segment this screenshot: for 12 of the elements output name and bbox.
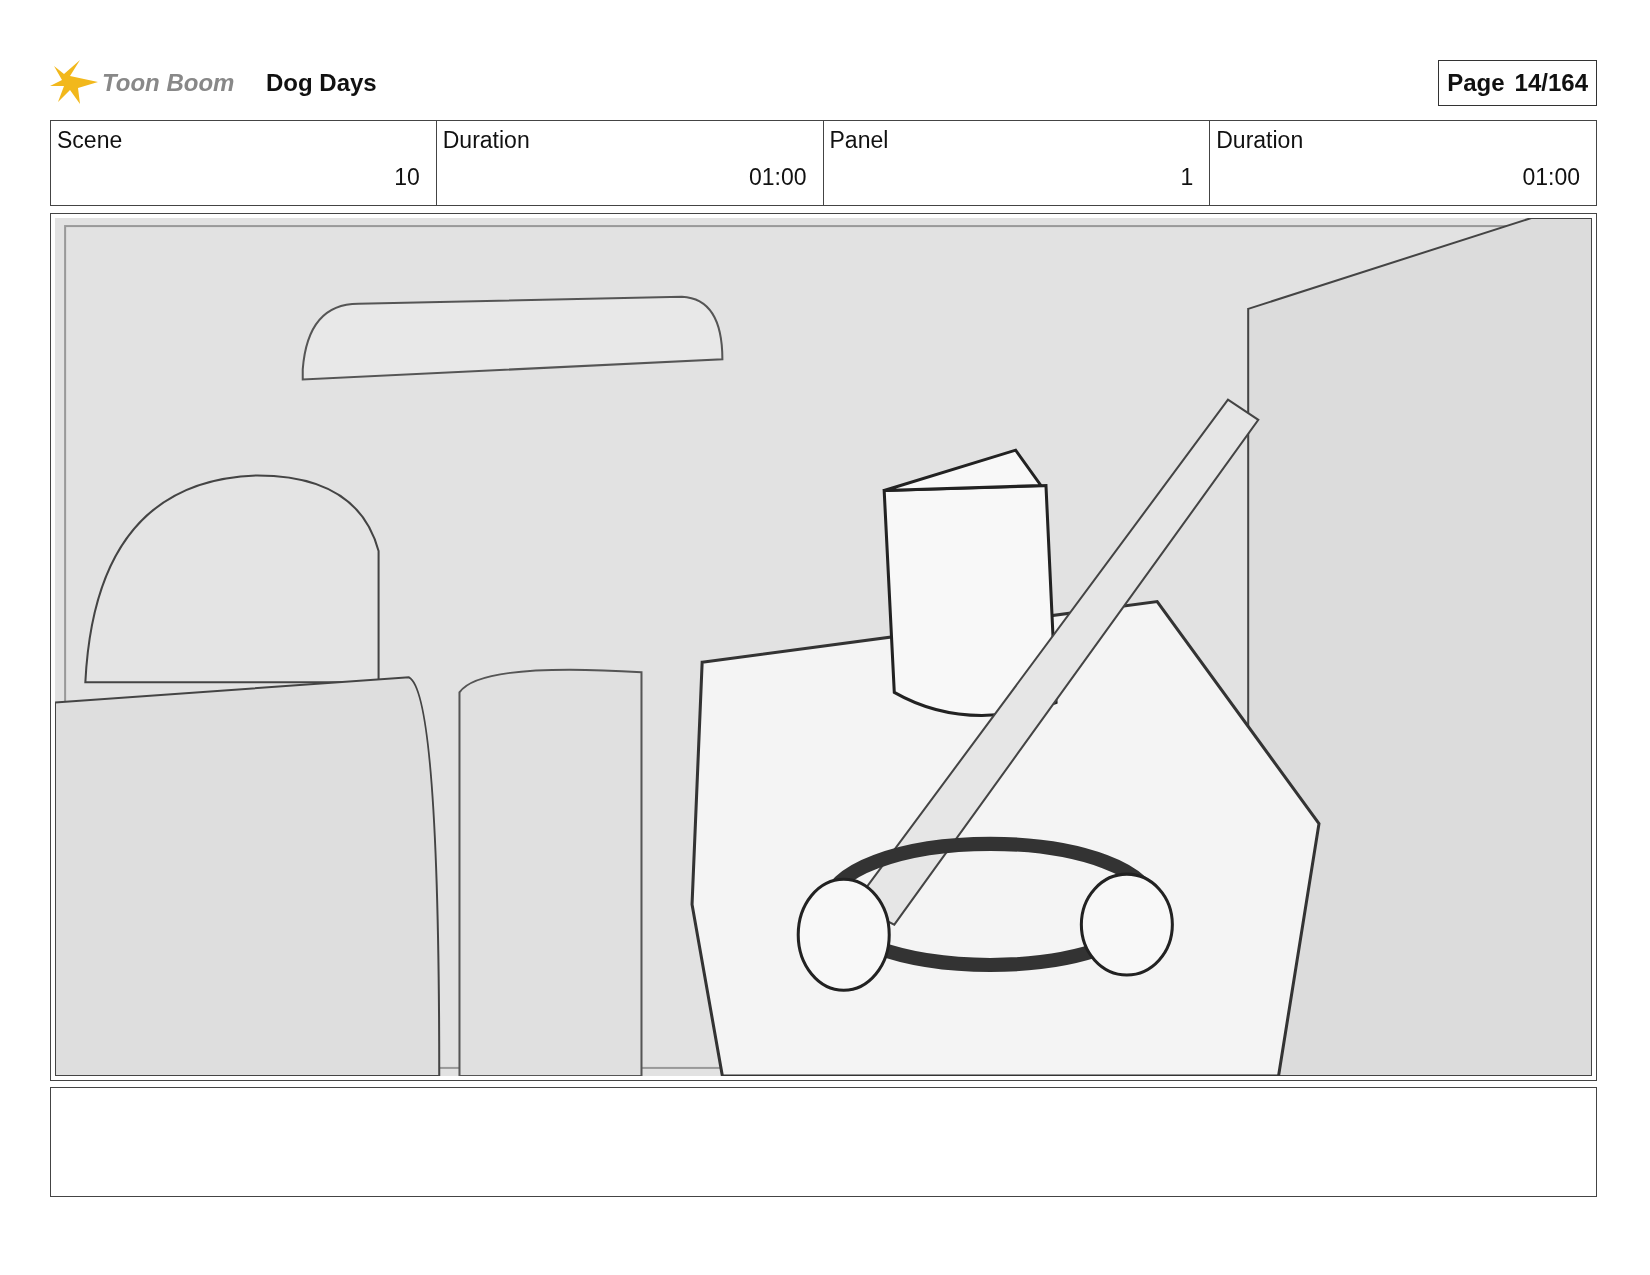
field-value: 01:00 [748,166,807,189]
project-title: Dog Days [266,69,377,97]
field-label: Scene [57,129,124,152]
field-value: 10 [394,166,420,189]
page-number: 14/164 [1514,69,1588,97]
field-value: 01:00 [1522,166,1580,189]
field-label: Panel [829,129,890,152]
field-label: Duration [1216,129,1305,152]
logo-text: Toon Boom [102,69,235,97]
page-label: Page [1447,69,1505,97]
field-value: 1 [1180,166,1194,189]
field-label: Duration [442,129,531,152]
